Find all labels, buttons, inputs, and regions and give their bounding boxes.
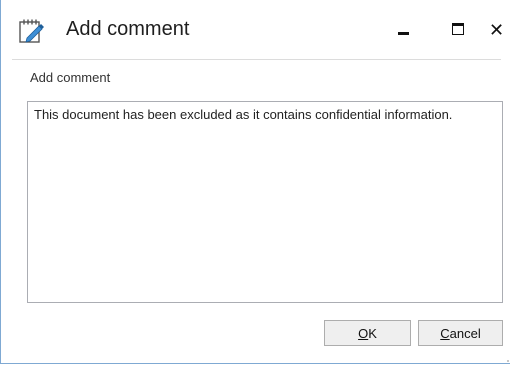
maximize-icon bbox=[452, 23, 464, 35]
comment-label: Add comment bbox=[30, 70, 111, 85]
ok-accelerator: O bbox=[358, 325, 369, 341]
comment-textarea[interactable]: This document has been excluded as it co… bbox=[27, 101, 503, 303]
add-comment-dialog: Add comment ✕ Add comment This document … bbox=[0, 0, 510, 364]
minimize-icon bbox=[398, 32, 409, 35]
maximize-button[interactable] bbox=[447, 18, 471, 42]
title-divider bbox=[12, 59, 501, 60]
ok-button[interactable]: OK bbox=[324, 320, 411, 346]
cancel-label-rest: ancel bbox=[449, 325, 481, 341]
ok-label-rest: K bbox=[368, 325, 377, 341]
cancel-accelerator: C bbox=[440, 325, 450, 341]
notepad-pencil-icon bbox=[17, 17, 45, 45]
close-icon: ✕ bbox=[489, 20, 505, 40]
minimize-button[interactable] bbox=[392, 18, 416, 42]
dialog-title: Add comment bbox=[66, 18, 190, 40]
title-bar[interactable]: Add comment ✕ bbox=[1, 0, 510, 58]
cancel-button[interactable]: Cancel bbox=[418, 320, 503, 346]
resize-grip[interactable] bbox=[505, 358, 509, 362]
close-button[interactable]: ✕ bbox=[487, 18, 511, 42]
